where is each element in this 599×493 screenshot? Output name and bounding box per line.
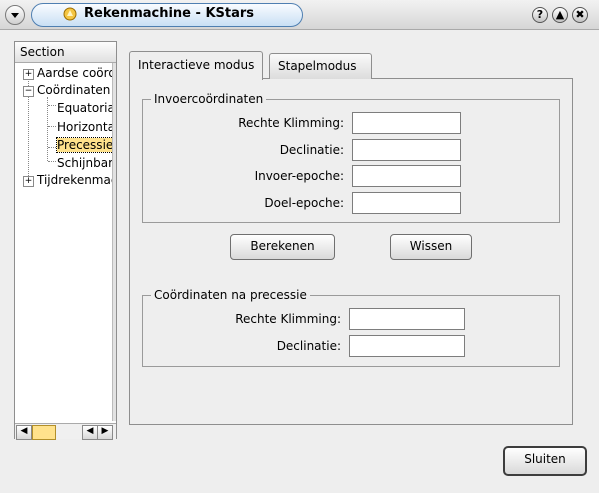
tree-connector (48, 126, 56, 127)
tree-vertical-scrollbar[interactable] (112, 63, 116, 421)
field-label: Invoer-epoche: (254, 169, 344, 183)
dec-input[interactable] (352, 139, 461, 161)
result-dec-field[interactable] (349, 335, 465, 357)
close-icon[interactable]: ✖ (572, 7, 588, 23)
tree-item-precessie[interactable]: Precessie (55, 137, 112, 153)
maximize-icon[interactable]: ▲ (552, 7, 568, 23)
tree-connector (48, 147, 56, 148)
field-label: Declinatie: (279, 143, 344, 157)
target-epoch-input[interactable] (352, 192, 461, 214)
tree-item-aardse-coordinaten[interactable]: Aardse coördinaten (37, 66, 112, 80)
tab-interactieve-modus[interactable]: Interactieve modus (129, 51, 264, 80)
tree-connector (48, 105, 56, 106)
tab-stapelmodus[interactable]: Stapelmodus (269, 53, 372, 79)
kstars-app-icon (63, 7, 77, 21)
tree-horizontal-scrollbar[interactable]: ◀ ◀ ▶ (15, 423, 116, 440)
field-label: Doel-epoche: (264, 196, 344, 210)
result-ra-field[interactable] (349, 308, 465, 330)
tree-item-coordinaten[interactable]: Coördinaten (37, 83, 110, 97)
tree-item-schijnbare-coordinaten[interactable]: Schijnbare coördinaten (57, 156, 112, 170)
tree-connector (47, 97, 48, 161)
tree-item-tijdrekenmachine[interactable]: Tijdrekenmachine (37, 173, 112, 187)
compute-button[interactable]: Berekenen (230, 234, 335, 260)
tree-connector (48, 161, 56, 162)
help-icon[interactable]: ? (532, 7, 548, 23)
tree-items: + Aardse coördinaten − Coördinaten Equat… (15, 63, 112, 421)
window-title: Rekenmachine - KStars (84, 6, 255, 21)
tree-item-horizontaal[interactable]: Horizontaal (57, 120, 112, 134)
field-label: Rechte Klimming: (235, 312, 341, 326)
clear-button[interactable]: Wissen (390, 234, 472, 260)
ra-input[interactable] (352, 112, 461, 134)
tree-header-label: Section (20, 45, 65, 59)
field-label: Rechte Klimming: (238, 116, 344, 130)
window-menu-icon[interactable] (5, 5, 25, 25)
arrow-left-icon[interactable]: ◀ (16, 425, 32, 440)
input-coordinates-group: Invoercoördinaten (142, 92, 560, 223)
expand-icon[interactable]: + (23, 69, 34, 80)
group-title: Invoercoördinaten (151, 92, 267, 106)
arrow-left-icon[interactable]: ◀ (82, 425, 98, 440)
tree-item-equatoriaal[interactable]: Equatoriaal/Galactisch (57, 101, 112, 115)
field-label: Declinatie: (276, 339, 341, 353)
expand-icon[interactable]: + (23, 176, 34, 187)
arrow-right-icon[interactable]: ▶ (97, 425, 113, 440)
collapse-icon[interactable]: − (23, 86, 34, 97)
input-epoch-input[interactable] (352, 165, 461, 187)
tree-header[interactable]: Section (15, 42, 116, 63)
close-button[interactable]: Sluiten (503, 446, 587, 476)
scrollbar-thumb[interactable] (32, 425, 56, 440)
group-title: Coördinaten na precessie (151, 288, 310, 302)
